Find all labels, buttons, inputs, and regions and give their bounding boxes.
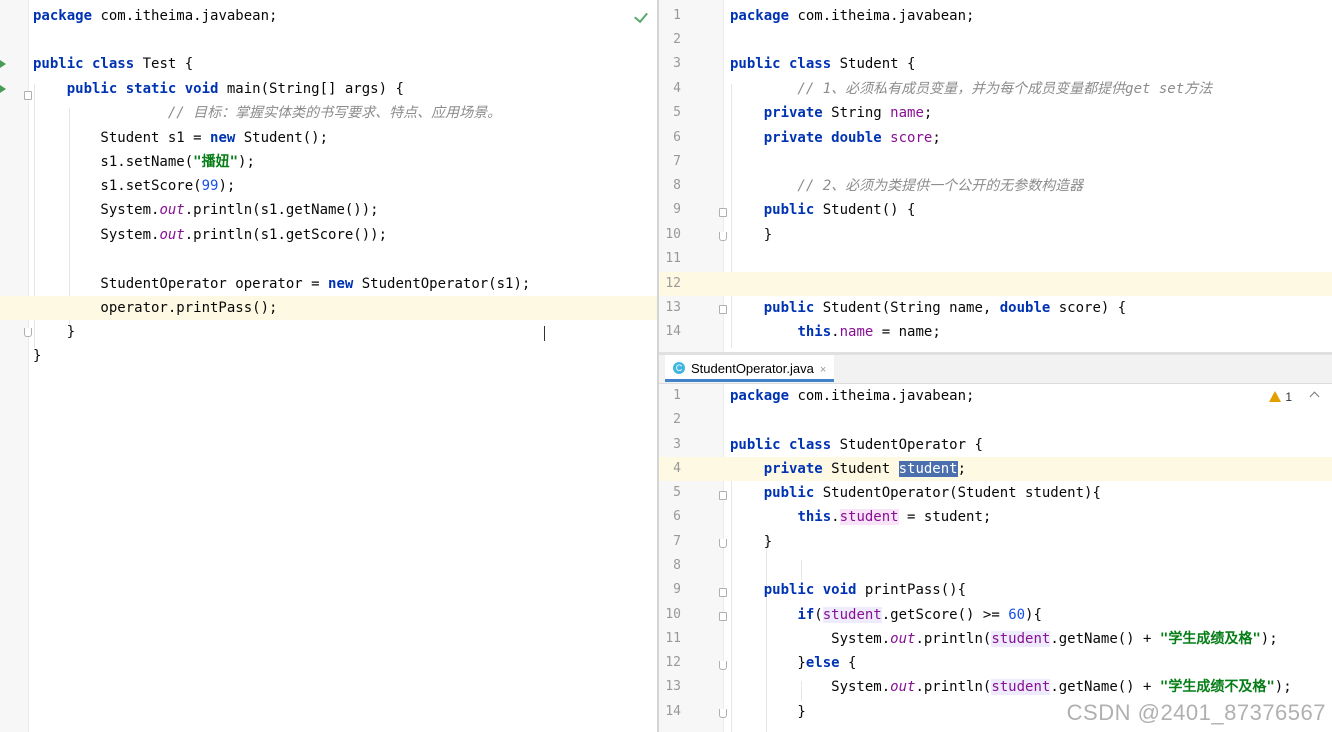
watermark: CSDN @2401_87376567 — [1066, 700, 1326, 725]
editor-tab-bar: C StudentOperator.java × — [659, 355, 1332, 384]
code-line[interactable]: } — [0, 320, 657, 344]
code-line[interactable]: System.out.println(s1.getScore()); — [0, 223, 657, 247]
tab-label: StudentOperator.java — [691, 361, 814, 376]
code-line[interactable]: 8 — [659, 554, 1332, 578]
line-number: 13 — [665, 300, 681, 315]
code-line[interactable]: public class Test { — [0, 52, 657, 76]
code-line[interactable]: 11 System.out.println(student.getName() … — [659, 627, 1332, 651]
tab-student-operator[interactable]: C StudentOperator.java × — [665, 355, 835, 382]
code-line[interactable]: 13 public Student(String name, double sc… — [659, 296, 1332, 320]
line-number: 9 — [673, 582, 681, 597]
code-line[interactable]: // 目标：掌握实体类的书写要求、特点、应用场景。 — [0, 101, 657, 125]
comment-text: // 2、必须为类提供一个公开的无参数构造器 — [763, 178, 1084, 194]
code-line[interactable]: package com.itheima.javabean; — [0, 4, 657, 28]
line-number: 6 — [673, 509, 681, 524]
line-number: 1 — [673, 388, 681, 403]
code-line[interactable]: 13 System.out.println(student.getName() … — [659, 675, 1332, 699]
code-line[interactable]: 10 if(student.getScore() >= 60){ — [659, 603, 1332, 627]
current-code-line[interactable]: 12 — [659, 272, 1332, 296]
line-number: 12 — [665, 276, 681, 291]
code-line[interactable]: 3 public class Student { — [659, 52, 1332, 76]
code-line[interactable]: 11 — [659, 247, 1332, 271]
code-line[interactable]: 6 private double score; — [659, 126, 1332, 150]
line-number: 9 — [673, 202, 681, 217]
code-line[interactable]: 4 // 1、必须私有成员变量，并为每个成员变量都提供get set方法 — [659, 77, 1332, 101]
line-number: 3 — [673, 56, 681, 71]
current-code-line[interactable]: 4 private Student student; — [659, 457, 1332, 481]
line-number: 14 — [665, 324, 681, 339]
line-number: 7 — [673, 534, 681, 549]
line-number: 13 — [665, 679, 681, 694]
line-number: 1 — [673, 8, 681, 23]
code-line[interactable]: StudentOperator operator = new StudentOp… — [0, 272, 657, 296]
line-number: 5 — [673, 105, 681, 120]
line-number: 10 — [665, 227, 681, 242]
code-line[interactable]: 8 // 2、必须为类提供一个公开的无参数构造器 — [659, 174, 1332, 198]
line-number: 12 — [665, 655, 681, 670]
student-operator-editor-pane[interactable]: C StudentOperator.java × 1 1 package com.i… — [659, 355, 1332, 732]
student-editor-pane[interactable]: 1 package com.itheima.javabean; 2 3 public… — [659, 0, 1332, 352]
line-number: 14 — [665, 704, 681, 719]
code-line[interactable]: 10 } — [659, 223, 1332, 247]
code-line[interactable]: s1.setScore(99); — [0, 174, 657, 198]
code-line[interactable]: 5 private String name; — [659, 101, 1332, 125]
close-icon[interactable]: × — [820, 364, 826, 376]
line-number: 11 — [665, 631, 681, 646]
code-line[interactable]: 6 this.student = student; — [659, 505, 1332, 529]
line-number: 2 — [673, 32, 681, 47]
code-line[interactable]: 14 this.name = name; — [659, 320, 1332, 344]
code-line[interactable]: 5 public StudentOperator(Student student… — [659, 481, 1332, 505]
line-number: 4 — [673, 461, 681, 476]
code-line[interactable]: 3 public class StudentOperator { — [659, 433, 1332, 457]
code-line[interactable]: 1 package com.itheima.javabean; — [659, 384, 1332, 408]
editor-area[interactable]: 1 package com.itheima.javabean; 2 3 public… — [659, 384, 1332, 732]
code-line[interactable]: System.out.println(s1.getName()); — [0, 198, 657, 222]
code-line[interactable]: 12 }else { — [659, 651, 1332, 675]
line-number: 8 — [673, 558, 681, 573]
line-number: 7 — [673, 154, 681, 169]
line-number: 4 — [673, 81, 681, 96]
code-line[interactable]: 7 — [659, 150, 1332, 174]
code-line[interactable]: 9 public Student() { — [659, 198, 1332, 222]
current-code-line[interactable]: operator.printPass(); — [0, 296, 657, 320]
line-number: 2 — [673, 412, 681, 427]
line-number: 8 — [673, 178, 681, 193]
line-number: 10 — [665, 607, 681, 622]
code-line[interactable]: public static void main(String[] args) { — [0, 77, 657, 101]
comment-text: // 目标：掌握实体类的书写要求、特点、应用场景。 — [100, 105, 502, 121]
line-number: 11 — [665, 251, 681, 266]
code-line[interactable]: 2 — [659, 408, 1332, 432]
code-line[interactable]: 7 } — [659, 530, 1332, 554]
code-line[interactable]: Student s1 = new Student(); — [0, 126, 657, 150]
line-number: 6 — [673, 130, 681, 145]
code-line[interactable]: 2 — [659, 28, 1332, 52]
code-line[interactable]: s1.setName("播妞"); — [0, 150, 657, 174]
java-class-icon: C — [673, 362, 685, 374]
line-number: 5 — [673, 485, 681, 500]
left-editor-pane[interactable]: package com.itheima.javabean; public cla… — [0, 0, 657, 732]
code-line[interactable]: } — [0, 344, 657, 368]
line-number: 3 — [673, 437, 681, 452]
code-line[interactable]: 9 public void printPass(){ — [659, 578, 1332, 602]
comment-text: // 1、必须私有成员变量，并为每个成员变量都提供get set方法 — [763, 81, 1213, 97]
code-line[interactable]: 1 package com.itheima.javabean; — [659, 4, 1332, 28]
